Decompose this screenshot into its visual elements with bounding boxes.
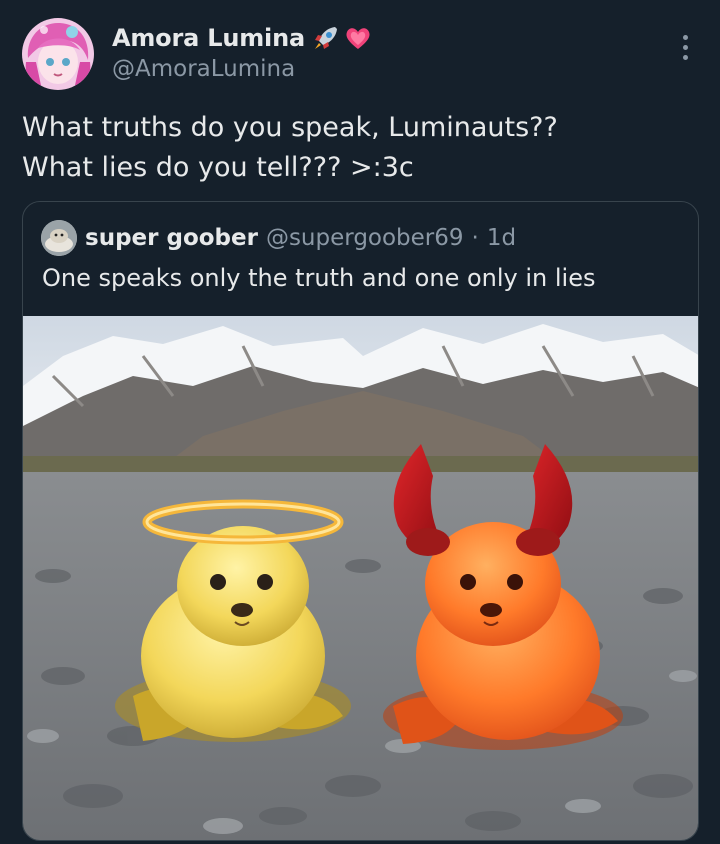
tweet-card: Amora Lumina @AmoraLumina What truths do… <box>0 0 720 844</box>
quoted-author-avatar[interactable] <box>41 220 77 256</box>
angel-and-devil-seals-image[interactable] <box>23 316 698 840</box>
rocket-heart-emoji <box>311 23 373 53</box>
quoted-display-name[interactable]: super goober <box>85 225 258 251</box>
more-options-icon[interactable] <box>674 30 696 64</box>
quoted-time[interactable]: 1d <box>487 225 516 251</box>
tweet-text: What truths do you speak, Luminauts?? Wh… <box>22 108 702 188</box>
author-handle[interactable]: @AmoraLumina <box>112 56 295 82</box>
dot <box>682 44 688 50</box>
quoted-tweet-header: super goober @supergoober69 · 1d <box>41 220 516 256</box>
seals-illustration <box>23 316 698 840</box>
author-name-row[interactable]: Amora Lumina <box>112 22 373 54</box>
tweet-text-line: What truths do you speak, Luminauts?? <box>22 112 558 143</box>
dot <box>682 54 688 60</box>
quoted-handle[interactable]: @supergoober69 <box>266 225 464 251</box>
separator-dot: · <box>471 225 479 251</box>
tweet-text-line: What lies do you tell??? >:3c <box>22 152 414 183</box>
grass-strip <box>23 456 698 472</box>
seal-avatar-icon <box>41 220 77 256</box>
rocket-icon <box>314 27 337 49</box>
quoted-tweet[interactable]: super goober @supergoober69 · 1d One spe… <box>22 201 699 841</box>
quoted-text: One speaks only the truth and one only i… <box>42 264 596 292</box>
author-display-name[interactable]: Amora Lumina <box>112 24 305 52</box>
dot <box>682 34 688 40</box>
author-avatar[interactable] <box>22 18 94 90</box>
heart-icon <box>346 28 370 49</box>
anime-avatar-icon <box>22 18 94 90</box>
